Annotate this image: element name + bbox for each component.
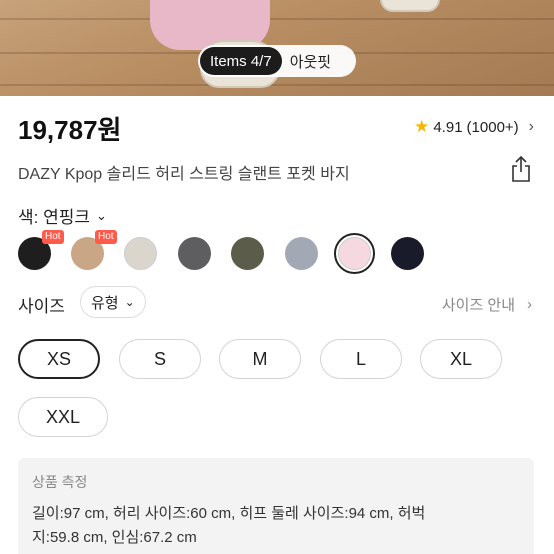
- tab-items[interactable]: Items 4/7: [200, 47, 282, 75]
- product-measurements: 상품 측정 길이:97 cm, 허리 사이즈:60 cm, 히프 둘레 사이즈:…: [18, 458, 534, 554]
- tab-outfit[interactable]: 아웃핏: [282, 47, 339, 75]
- shoe-image: [380, 0, 440, 12]
- color-swatch-light-gray[interactable]: [124, 237, 157, 270]
- floor-plank: [0, 18, 554, 20]
- image-tab-switcher: Items 4/7 아웃핏: [198, 45, 356, 77]
- measurements-line: 길이:97 cm, 허리 사이즈:60 cm, 히프 둘레 사이즈:94 cm,…: [32, 505, 426, 522]
- color-swatch-blue-gray[interactable]: [285, 237, 318, 270]
- hot-badge: Hot: [42, 230, 64, 244]
- size-option-xl[interactable]: XL: [420, 339, 502, 379]
- size-option-m[interactable]: M: [219, 339, 301, 379]
- color-swatches: Hot Hot: [18, 230, 438, 274]
- color-swatch-olive[interactable]: [231, 237, 264, 270]
- size-option-xs[interactable]: XS: [18, 339, 100, 379]
- star-icon: ★: [414, 117, 430, 136]
- measurements-text: 길이:97 cm, 허리 사이즈:60 cm, 히프 둘레 사이즈:94 cm,…: [32, 502, 520, 550]
- measurements-line: 지:59.8 cm, 인심:67.2 cm: [32, 529, 197, 546]
- size-label: 사이즈: [18, 297, 65, 316]
- chevron-right-icon: ›: [527, 296, 532, 313]
- size-option-s[interactable]: S: [119, 339, 201, 379]
- size-guide-link[interactable]: 사이즈 안내 ›: [442, 294, 532, 315]
- rating-summary[interactable]: ★ 4.91 (1000+) ›: [414, 117, 534, 137]
- color-selector[interactable]: 색: 연핑크 ⌄: [18, 203, 107, 228]
- product-image[interactable]: Items 4/7 아웃핏: [0, 0, 554, 96]
- color-swatch-navy[interactable]: [391, 237, 424, 270]
- color-swatch-light-pink[interactable]: [334, 233, 375, 274]
- chevron-right-icon: ›: [528, 118, 534, 135]
- size-guide-label: 사이즈 안내: [441, 297, 515, 314]
- size-option-xxl[interactable]: XXL: [18, 397, 108, 437]
- measurements-title: 상품 측정: [32, 474, 88, 490]
- product-price: 19,787원: [18, 115, 122, 145]
- chevron-down-icon: ⌄: [124, 295, 135, 309]
- share-icon[interactable]: [510, 155, 532, 183]
- product-title: DAZY Kpop 솔리드 허리 스트링 슬랜트 포켓 바지: [18, 166, 350, 183]
- size-type-label: 유형: [91, 294, 119, 312]
- size-option-l[interactable]: L: [320, 339, 402, 379]
- rating-value: 4.91: [433, 118, 463, 136]
- size-type-dropdown[interactable]: 유형 ⌄: [80, 286, 146, 318]
- color-swatch-dark-gray[interactable]: [178, 237, 211, 270]
- review-count: (1000+): [466, 118, 519, 136]
- floor-plank: [0, 84, 554, 86]
- hot-badge: Hot: [95, 230, 117, 244]
- chevron-down-icon: ⌄: [96, 207, 107, 223]
- color-label: 색: 연핑크: [18, 208, 91, 227]
